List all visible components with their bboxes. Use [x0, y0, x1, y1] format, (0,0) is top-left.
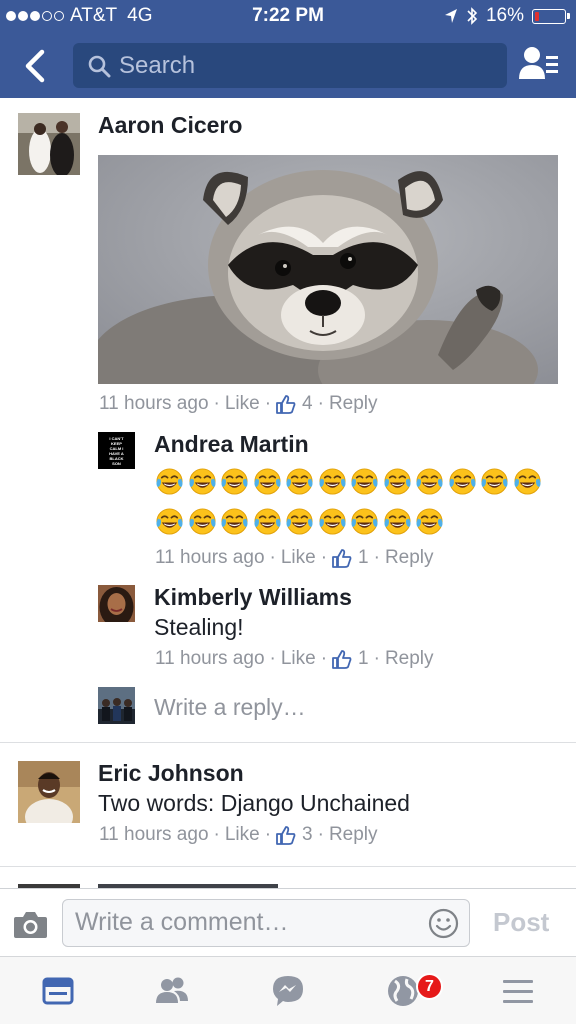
comment-author[interactable]: Aaron Cicero: [98, 112, 242, 139]
avatar-keep-calm-text: I CAN'T KEEP CALM I HAVE A BLACK SON: [109, 435, 124, 466]
face-with-tears-of-joy-icon: [253, 508, 281, 535]
thumbs-up-icon: [276, 394, 296, 414]
face-with-tears-of-joy-icon: [383, 468, 411, 495]
like-button[interactable]: Like: [225, 824, 260, 846]
avatar[interactable]: [18, 113, 80, 175]
news-feed-icon[interactable]: [38, 971, 78, 1011]
messenger-icon[interactable]: [268, 971, 308, 1011]
wedding-photo-avatar: [18, 113, 80, 175]
reply-author[interactable]: Andrea Martin: [154, 431, 309, 458]
like-count[interactable]: 1: [358, 648, 369, 670]
face-with-tears-of-joy-icon: [286, 508, 313, 535]
face-with-tears-of-joy-icon: [416, 468, 443, 495]
smiley-sticker-icon[interactable]: [428, 908, 459, 939]
like-button[interactable]: Like: [281, 547, 316, 569]
face-with-tears-of-joy-icon: [351, 508, 378, 535]
emoji-row: [155, 507, 444, 536]
bottom-tab-bar: 7: [0, 956, 576, 1024]
search-icon: [88, 55, 111, 77]
like-count[interactable]: 4: [302, 393, 313, 415]
like-button[interactable]: Like: [281, 648, 316, 670]
face-with-tears-of-joy-icon: [383, 508, 411, 535]
face-with-tears-of-joy-icon: [156, 468, 183, 495]
face-with-tears-of-joy-icon: [351, 468, 378, 495]
search-input[interactable]: Search: [73, 43, 507, 88]
face-with-tears-of-joy-icon: [286, 468, 313, 495]
menu-hamburger-icon[interactable]: [498, 971, 538, 1011]
face-with-tears-of-joy-icon: [318, 468, 346, 495]
comment-time: 11 hours ago: [99, 393, 209, 414]
friend-list-icon[interactable]: [518, 45, 560, 85]
reply-button[interactable]: Reply: [329, 824, 378, 846]
like-count[interactable]: 3: [302, 824, 313, 846]
battery-percent: 16%: [485, 5, 524, 26]
reply-button[interactable]: Reply: [329, 393, 378, 415]
face-with-tears-of-joy-icon: [221, 508, 248, 535]
reply-button[interactable]: Reply: [385, 547, 434, 569]
face-with-tears-of-joy-icon: [481, 468, 508, 495]
comment-input-placeholder: Write a comment…: [75, 908, 289, 936]
avatar[interactable]: [18, 761, 80, 823]
bluetooth-icon: [467, 7, 478, 25]
comment-time: 11 hours ago: [99, 824, 209, 845]
camera-icon[interactable]: [13, 909, 48, 939]
battery-icon: [532, 8, 570, 24]
post-button[interactable]: Post: [493, 907, 549, 938]
face-with-tears-of-joy-icon: [221, 468, 248, 495]
face-with-tears-of-joy-icon: [156, 508, 183, 535]
reply-author[interactable]: Kimberly Williams: [154, 584, 352, 611]
reply-meta: 11 hours ago · Like · 1 · Reply: [155, 547, 434, 569]
comment-meta: 11 hours ago · Like · 3 · Reply: [99, 824, 378, 846]
reply-time: 11 hours ago: [155, 648, 265, 669]
comment-input[interactable]: Write a comment…: [62, 899, 470, 947]
location-arrow-icon: [444, 9, 457, 23]
status-bar: AT&T 4G 7:22 PM 16%: [0, 0, 576, 32]
write-reply-input[interactable]: Write a reply…: [154, 694, 306, 721]
face-with-tears-of-joy-icon: [448, 468, 476, 495]
my-avatar: [98, 687, 135, 724]
face-with-tears-of-joy-icon: [318, 508, 346, 535]
thumbs-up-icon: [332, 649, 352, 669]
raccoon-photo[interactable]: [98, 155, 558, 384]
face-with-tears-of-joy-icon: [253, 468, 281, 495]
face-with-tears-of-joy-icon: [188, 508, 216, 535]
like-button[interactable]: Like: [225, 393, 260, 415]
like-count[interactable]: 1: [358, 547, 369, 569]
face-with-tears-of-joy-icon: [513, 468, 541, 495]
comment-meta: 11 hours ago · Like · 4 · Reply: [99, 393, 378, 415]
thumbs-up-icon: [276, 825, 296, 845]
avatar[interactable]: [98, 585, 135, 622]
comment-composer: Write a comment… Post: [0, 888, 576, 956]
back-arrow-icon[interactable]: [20, 46, 52, 86]
face-with-tears-of-joy-icon: [188, 468, 216, 495]
comment-divider: [0, 742, 576, 743]
emoji-row: [155, 467, 542, 496]
friend-requests-icon[interactable]: [152, 971, 192, 1011]
reply-meta: 11 hours ago · Like · 1 · Reply: [155, 648, 434, 670]
reply-button[interactable]: Reply: [385, 648, 434, 670]
notifications-badge: 7: [416, 973, 443, 1000]
reply-time: 11 hours ago: [155, 547, 265, 568]
avatar[interactable]: I CAN'T KEEP CALM I HAVE A BLACK SON: [98, 432, 135, 469]
thumbs-up-icon: [332, 548, 352, 568]
battery-level: [535, 11, 539, 21]
face-with-tears-of-joy-icon: [416, 508, 443, 535]
search-placeholder: Search: [119, 51, 196, 79]
comment-text: Two words: Django Unchained: [98, 790, 410, 816]
reply-text: Stealing!: [154, 614, 244, 640]
top-nav-bar: AT&T 4G 7:22 PM 16% Search: [0, 0, 576, 98]
comment-divider: [0, 866, 576, 867]
comment-author[interactable]: Eric Johnson: [98, 760, 244, 787]
